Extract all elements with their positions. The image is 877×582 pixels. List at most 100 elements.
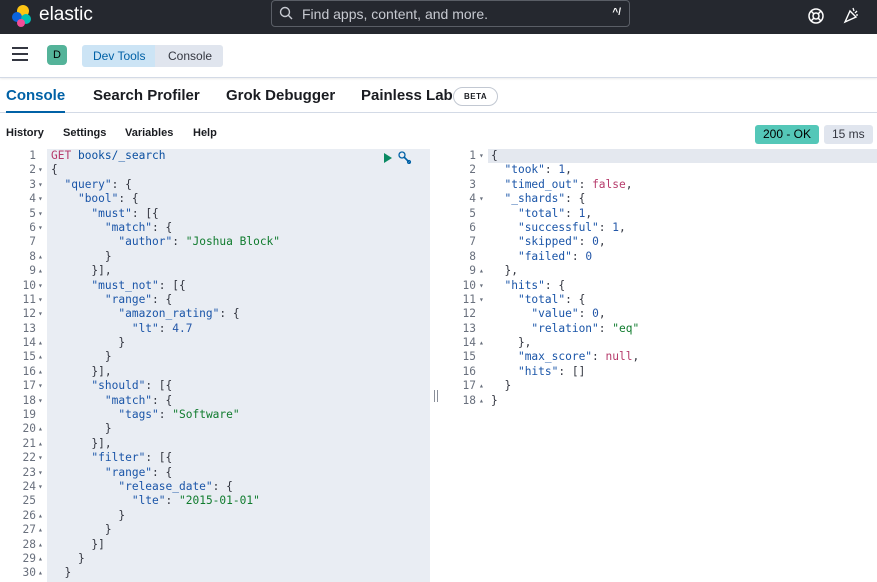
fold-toggle-icon[interactable]: ▾ — [38, 192, 46, 206]
line-number: 14 — [462, 336, 476, 350]
line-text: "query": { — [64, 177, 132, 191]
fold-toggle-icon[interactable]: ▾ — [38, 466, 46, 480]
fold-toggle-icon[interactable]: ▾ — [38, 221, 46, 235]
fold-toggle-icon[interactable]: ▴ — [38, 523, 46, 537]
fold-toggle-icon[interactable]: ▾ — [479, 279, 487, 293]
line-number: 9 — [29, 264, 36, 278]
fold-toggle-icon[interactable]: ▾ — [38, 207, 46, 221]
breadcrumb-dev-tools[interactable]: Dev Tools — [82, 45, 168, 67]
brand-name[interactable]: elastic — [39, 3, 93, 27]
tab-grok-debugger[interactable]: Grok Debugger — [226, 87, 335, 104]
fold-toggle-icon[interactable]: ▴ — [38, 422, 46, 436]
help-link[interactable]: Help — [193, 127, 217, 139]
fold-toggle-icon[interactable]: ▴ — [479, 394, 487, 408]
line-text: "match": { — [104, 220, 173, 234]
fold-toggle-icon[interactable]: ▴ — [38, 538, 46, 552]
fold-toggle-icon[interactable]: ▴ — [479, 336, 487, 350]
line-number: 5 — [469, 206, 476, 220]
fold-toggle-icon[interactable]: ▾ — [38, 480, 46, 494]
fold-toggle-icon[interactable]: ▴ — [38, 365, 46, 379]
breadcrumb-console: Console — [155, 45, 224, 67]
line-number: 10 — [462, 278, 476, 292]
line-text: }, — [491, 336, 532, 350]
search-placeholder: Find apps, content, and more. — [302, 6, 488, 22]
line-text: "filter": [{ — [91, 451, 173, 465]
tab-painless-lab[interactable]: Painless Lab — [361, 87, 453, 104]
line-number: 11 — [22, 292, 36, 306]
line-text: "failed": 0 — [517, 249, 593, 263]
resize-grip-icon[interactable] — [434, 390, 439, 402]
fold-toggle-icon[interactable]: ▾ — [479, 293, 487, 307]
history-link[interactable]: History — [6, 127, 44, 139]
line-text: "hits": { — [504, 278, 566, 292]
line-number: 28 — [22, 537, 36, 551]
line-number: 30 — [22, 566, 36, 580]
line-number: 2 — [29, 163, 36, 177]
menu-toggle-button[interactable] — [12, 47, 28, 61]
line-number: 16 — [22, 364, 36, 378]
fold-toggle-icon[interactable]: ▾ — [38, 279, 46, 293]
line-number: 8 — [469, 249, 476, 263]
fold-toggle-icon[interactable]: ▾ — [38, 379, 46, 393]
fold-toggle-icon[interactable]: ▾ — [38, 163, 46, 177]
fold-toggle-icon[interactable]: ▴ — [479, 264, 487, 278]
line-text: "should": [{ — [91, 379, 173, 393]
line-number: 20 — [22, 422, 36, 436]
line-text: } — [51, 422, 112, 436]
line-number: 13 — [462, 321, 476, 335]
line-number: 17 — [22, 379, 36, 393]
line-text: { — [51, 163, 58, 177]
line-number: 15 — [462, 350, 476, 364]
help-icon[interactable] — [806, 6, 826, 26]
settings-link[interactable]: Settings — [63, 127, 106, 139]
fold-toggle-icon[interactable]: ▴ — [38, 264, 46, 278]
fold-toggle-icon[interactable]: ▾ — [479, 192, 487, 206]
line-text: "release_date": { — [118, 479, 233, 493]
line-text: "amazon_rating": { — [118, 307, 240, 321]
request-editor[interactable]: 1 GET books/_search 2 ▾{3 ▾ "query": {4 ▾ "bo… — [0, 149, 430, 582]
fold-toggle-icon[interactable]: ▴ — [38, 437, 46, 451]
fold-toggle-icon[interactable]: ▴ — [38, 509, 46, 523]
fold-toggle-icon[interactable]: ▴ — [479, 379, 487, 393]
fold-toggle-icon[interactable]: ▾ — [38, 307, 46, 321]
fold-toggle-icon[interactable]: ▴ — [38, 350, 46, 364]
active-line-highlight — [488, 149, 877, 163]
line-number: 14 — [22, 336, 36, 350]
line-text: } — [51, 508, 126, 522]
fold-toggle-icon[interactable]: ▴ — [38, 566, 46, 580]
space-avatar[interactable]: D — [47, 45, 67, 65]
global-search-input[interactable]: Find apps, content, and more. ^/ — [271, 0, 630, 27]
fold-toggle-icon[interactable]: ▾ — [479, 149, 487, 163]
line-text: "tags": "Software" — [118, 408, 240, 422]
line-text: "range": { — [104, 465, 173, 479]
line-number: 29 — [22, 551, 36, 565]
line-number: 11 — [462, 292, 476, 306]
line-text: "lte": "2015-01-01" — [131, 494, 260, 508]
line-text: }, — [491, 264, 518, 278]
line-text: } — [491, 393, 498, 407]
tab-search-profiler[interactable]: Search Profiler — [93, 87, 200, 104]
response-output[interactable]: 1 ▾{2 "took": 1, 3 "timed_out": false, 4 ▾ "… — [443, 149, 877, 582]
line-number: 4 — [469, 192, 476, 206]
line-text: "author": "Joshua Block" — [118, 235, 281, 249]
line-text: }], — [51, 364, 112, 378]
line-number: 6 — [469, 220, 476, 234]
fold-toggle-icon[interactable]: ▴ — [38, 336, 46, 350]
line-text: "total": 1, — [517, 206, 593, 220]
fold-toggle-icon[interactable]: ▴ — [38, 552, 46, 566]
wrench-icon[interactable] — [398, 151, 412, 164]
fold-toggle-icon[interactable]: ▴ — [38, 250, 46, 264]
line-text: } — [51, 551, 85, 565]
panel-resizer[interactable] — [430, 149, 443, 582]
tab-console[interactable]: Console — [6, 87, 66, 113]
variables-link[interactable]: Variables — [125, 127, 173, 139]
newsfeed-icon[interactable] — [841, 5, 861, 25]
elastic-logo-icon[interactable] — [10, 4, 34, 28]
fold-toggle-icon[interactable]: ▾ — [38, 394, 46, 408]
fold-toggle-icon[interactable]: ▾ — [38, 178, 46, 192]
fold-toggle-icon[interactable]: ▾ — [38, 451, 46, 465]
line-number: 21 — [22, 436, 36, 450]
line-text: "range": { — [104, 292, 173, 306]
fold-toggle-icon[interactable]: ▾ — [38, 293, 46, 307]
run-request-icon[interactable] — [383, 153, 393, 163]
